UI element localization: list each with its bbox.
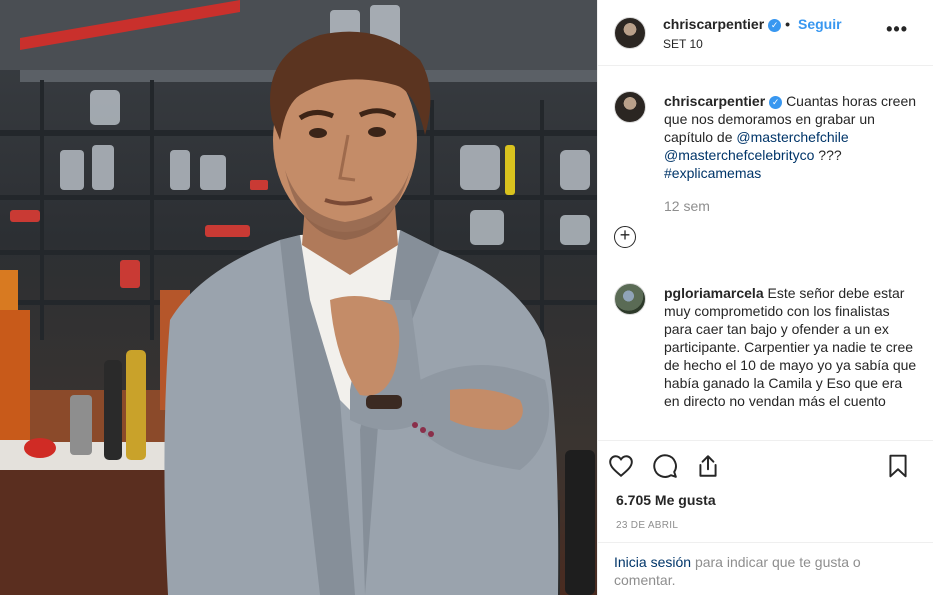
follow-button[interactable]: Seguir [798, 16, 842, 32]
author-username[interactable]: chriscarpentier [663, 16, 764, 32]
header-user-row: chriscarpentier ✓ • [663, 16, 794, 32]
post-side-panel: chriscarpentier ✓ • Seguir SET 10 ••• chri… [597, 0, 933, 595]
header-date: SET 10 [663, 37, 703, 51]
bookmark-icon[interactable] [885, 453, 911, 479]
caption-time-ago: 12 sem [664, 198, 710, 214]
caption-text-end: ??? [818, 147, 842, 163]
hashtag-explicamemas[interactable]: #explicamemas [664, 165, 761, 181]
comment-bubble-icon[interactable] [652, 453, 678, 479]
author-avatar[interactable] [614, 17, 646, 49]
kitchen-scene [0, 0, 597, 595]
load-more-comments-icon[interactable]: + [614, 226, 636, 248]
more-options-icon[interactable]: ••• [886, 19, 908, 40]
login-link[interactable]: Inicia sesión [614, 554, 691, 570]
separator-dot: • [785, 16, 791, 32]
post-date: 23 DE ABRIL [616, 520, 679, 531]
verified-badge-icon: ✓ [768, 19, 782, 32]
action-bar: 6.705 Me gusta 23 DE ABRIL [598, 440, 933, 542]
caption-author-avatar[interactable] [614, 91, 646, 123]
comment: pgloriamarcela Este señor debe estar muy… [664, 284, 920, 410]
comment-author[interactable]: pgloriamarcela [664, 285, 764, 301]
comment-text: Este señor debe estar muy comprometido c… [664, 285, 917, 409]
post-photo[interactable] [0, 0, 597, 595]
share-icon[interactable] [695, 453, 721, 479]
commenter-avatar[interactable] [614, 283, 646, 315]
heart-icon[interactable] [608, 453, 634, 479]
login-prompt: Inicia sesión para indicar que te gusta … [598, 542, 933, 595]
caption: chriscarpentier ✓ Cuantas horas creen que… [664, 92, 920, 182]
caption-author[interactable]: chriscarpentier [664, 93, 765, 109]
verified-badge-icon: ✓ [769, 96, 783, 109]
post-header: chriscarpentier ✓ • Seguir SET 10 ••• [598, 0, 933, 66]
mention-masterchefcelebrityco[interactable]: @masterchefcelebrityco [664, 147, 814, 163]
likes-count[interactable]: 6.705 Me gusta [616, 492, 716, 508]
mention-masterchefchile[interactable]: @masterchefchile [736, 129, 848, 145]
